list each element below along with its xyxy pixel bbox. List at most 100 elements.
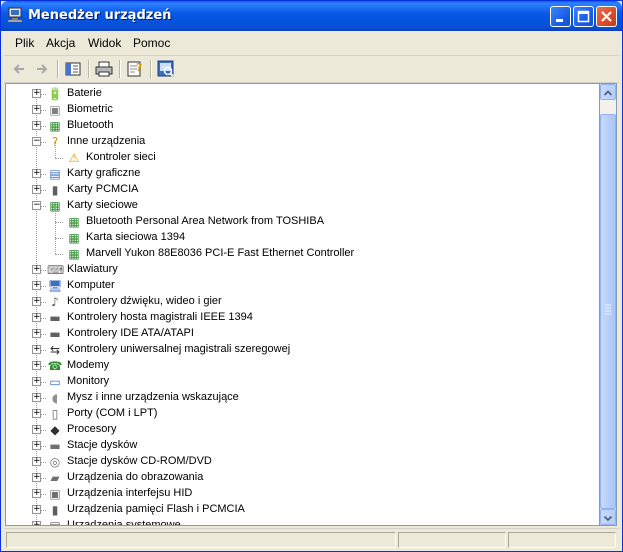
expand-plus-icon[interactable]: + <box>32 169 41 178</box>
expand-plus-icon[interactable]: + <box>32 265 41 274</box>
tree-node[interactable]: + ⌨ Klawiatury <box>6 262 596 278</box>
tree-node[interactable]: + ▭ Monitory <box>6 374 596 390</box>
tree-node[interactable]: ▦ Karta sieciowa 1394 <box>6 222 596 246</box>
tree-branch-line <box>55 222 56 238</box>
tree-node[interactable]: ▦ Bluetooth Personal Area Network from TO… <box>6 206 596 230</box>
monitor-icon: ▭ <box>49 375 61 389</box>
tree-branch-line <box>55 238 63 239</box>
expand-plus-icon[interactable]: + <box>32 281 41 290</box>
expand-plus-icon[interactable]: + <box>32 121 41 130</box>
tree-node[interactable]: −? Inne urządzenia <box>6 134 596 150</box>
tree-node[interactable]: + ▮ Urządzenia pamięci Flash i PCMCIA <box>6 502 596 518</box>
tree-node[interactable]: + ◆ Procesory <box>6 422 596 438</box>
processor-icon: ◆ <box>50 423 60 437</box>
tree-node-label: Karta sieciowa 1394 <box>86 231 186 243</box>
expand-plus-icon[interactable]: + <box>32 521 41 525</box>
scan-hardware-icon[interactable] <box>156 59 176 79</box>
tree-node[interactable]: + ▯ Porty (COM i LPT) <box>6 406 596 422</box>
status-panel-main <box>6 532 396 548</box>
expand-plus-icon[interactable]: + <box>32 473 41 482</box>
biometric-icon: ▣ <box>49 103 61 117</box>
tree-node[interactable]: ⚠ Kontroler sieci <box>6 142 596 166</box>
tree-node[interactable]: + ▣ Biometric <box>6 102 596 118</box>
tree-node-label: Kontrolery IDE ATA/ATAPI <box>67 327 194 339</box>
chevron-down-icon <box>603 515 613 522</box>
maximize-button[interactable] <box>573 6 594 27</box>
tree-node-label: Kontroler sieci <box>86 151 156 163</box>
tree-node[interactable]: + ♪ Kontrolery dźwięku, wideo i gier <box>6 294 596 310</box>
vertical-scrollbar[interactable] <box>600 83 617 526</box>
expand-plus-icon[interactable]: + <box>32 409 41 418</box>
grip-icon <box>605 304 611 315</box>
tree-node[interactable]: + ☎ Modemy <box>6 358 596 374</box>
back-arrow-icon[interactable] <box>10 59 30 79</box>
device-tree[interactable]: + 🔋 Baterie + ▣ Biometric + ▦ Bluetooth −? Inne ur… <box>5 83 600 526</box>
tree-node[interactable]: + ▬ Kontrolery IDE ATA/ATAPI <box>6 326 596 342</box>
expand-plus-icon[interactable]: + <box>32 361 41 370</box>
expand-plus-icon[interactable]: + <box>32 89 41 98</box>
tree-node-label: Komputer <box>67 279 115 291</box>
expand-plus-icon[interactable]: + <box>32 185 41 194</box>
forward-arrow-icon[interactable] <box>32 59 52 79</box>
tree-node-label: Klawiatury <box>67 263 118 275</box>
bluetooth-icon: ▦ <box>49 119 61 133</box>
minimize-button[interactable] <box>550 6 571 27</box>
battery-icon: 🔋 <box>47 87 63 101</box>
tree-node[interactable]: + ▣ Urządzenia interfejsu HID <box>6 486 596 502</box>
show-hide-console-tree-icon[interactable] <box>63 59 83 79</box>
tree-node[interactable]: ▦ Marvell Yukon 88E8036 PCI-E Fast Ethern… <box>6 238 596 262</box>
print-icon[interactable] <box>94 59 114 79</box>
maximize-icon <box>577 10 590 23</box>
tree-node[interactable]: + ⇆ Kontrolery uniwersalnej magistrali sze… <box>6 342 596 358</box>
scroll-up-button[interactable] <box>600 84 616 100</box>
properties-help-icon[interactable]: ? <box>125 59 145 79</box>
expand-plus-icon[interactable]: + <box>32 329 41 338</box>
tree-node[interactable]: + ▬ Kontrolery hosta magistrali IEEE 1394 <box>6 310 596 326</box>
menu-action[interactable]: Akcja <box>46 36 75 50</box>
tree-node[interactable]: + ◖ Mysz i inne urządzenia wskazujące <box>6 390 596 406</box>
computer-icon: 🖥 <box>47 279 63 293</box>
expand-plus-icon[interactable]: + <box>32 297 41 306</box>
scroll-down-button[interactable] <box>600 509 616 525</box>
menu-help[interactable]: Pomoc <box>133 36 170 50</box>
scroll-thumb[interactable] <box>600 114 616 509</box>
tree-node[interactable]: + ▮ Karty PCMCIA <box>6 182 596 198</box>
tree-node[interactable]: − ▦ Karty sieciowe <box>6 198 596 214</box>
tree-node[interactable]: + ▤ Karty graficzne <box>6 166 596 182</box>
tree-node[interactable]: + ◎ Stacje dysków CD-ROM/DVD <box>6 454 596 470</box>
close-icon <box>601 11 612 22</box>
expand-plus-icon[interactable]: + <box>32 393 41 402</box>
expand-plus-icon[interactable]: + <box>32 441 41 450</box>
tree-node[interactable]: + 🔋 Baterie <box>6 86 596 102</box>
svg-text:?: ? <box>136 61 142 74</box>
menu-view[interactable]: Widok <box>88 36 121 50</box>
tree-node-label: Procesory <box>67 423 117 435</box>
title-bar[interactable]: Menedżer urządzeń <box>1 1 622 31</box>
tree-node[interactable]: + ▰ Urządzenia do obrazowania <box>6 470 596 486</box>
expand-plus-icon[interactable]: + <box>32 313 41 322</box>
toolbar-separator <box>150 60 152 78</box>
tree-node[interactable]: + ▬ Stacje dysków <box>6 438 596 454</box>
modem-icon: ☎ <box>47 359 63 373</box>
collapse-minus-icon[interactable]: − <box>32 137 41 146</box>
tree-node[interactable]: + ▤ Urządzenia systemowe <box>6 518 596 525</box>
tree-node[interactable]: + ▦ Bluetooth <box>6 118 596 134</box>
tree-node-label: Kontrolery dźwięku, wideo i gier <box>67 295 222 307</box>
expand-plus-icon[interactable]: + <box>32 345 41 354</box>
expand-plus-icon[interactable]: + <box>32 489 41 498</box>
expand-plus-icon[interactable]: + <box>32 457 41 466</box>
close-button[interactable] <box>596 6 617 27</box>
keyboard-icon: ⌨ <box>47 263 65 277</box>
toolbar-separator <box>88 60 90 78</box>
expand-plus-icon[interactable]: + <box>32 505 41 514</box>
expand-plus-icon[interactable]: + <box>32 377 41 386</box>
tree-node-label: Urządzenia do obrazowania <box>67 471 204 483</box>
expand-plus-icon[interactable]: + <box>32 105 41 114</box>
collapse-minus-icon[interactable]: − <box>32 201 41 210</box>
cdrom-icon: ◎ <box>49 455 61 469</box>
expand-plus-icon[interactable]: + <box>32 425 41 434</box>
ide-controller-icon: ▬ <box>49 327 61 341</box>
menu-file[interactable]: Plik <box>15 36 34 50</box>
tree-node[interactable]: + 🖥 Komputer <box>6 278 596 294</box>
toolbar-separator <box>57 60 59 78</box>
